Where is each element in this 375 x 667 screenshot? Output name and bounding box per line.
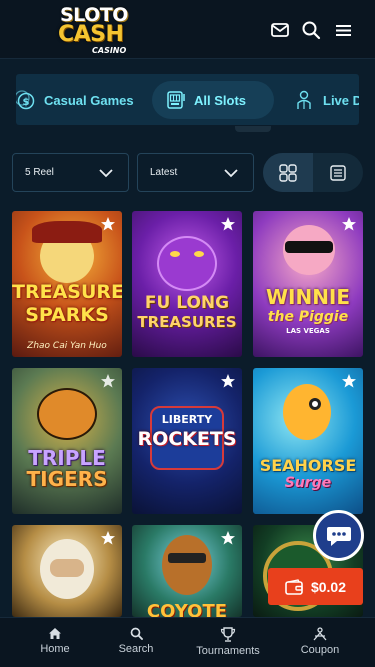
top-header: SLOTO CASH CASINO <box>0 0 375 59</box>
game-subtitle: Zhao Cai Yan Huo <box>27 341 107 351</box>
view-toggle <box>263 153 363 192</box>
star-icon[interactable] <box>220 373 236 389</box>
chevron-down-icon <box>224 169 238 178</box>
star-icon[interactable] <box>220 216 236 232</box>
dollar-coin-icon: $ <box>16 90 35 110</box>
balance-amount: $0.02 <box>310 578 347 595</box>
game-tile-liberty-rockets[interactable]: LIBERTY ROCKETS <box>132 368 242 514</box>
reel-filter-select[interactable]: 5 Reel <box>12 153 129 192</box>
nav-label: Tournaments <box>196 645 260 657</box>
logo-text-cash: CASH <box>58 22 124 47</box>
game-title: the Piggie <box>267 309 349 325</box>
game-tile-zeus[interactable] <box>12 525 122 617</box>
menu-icon[interactable] <box>334 20 354 40</box>
game-title: TRIPLE <box>28 446 106 470</box>
game-tile-seahorse-surge[interactable]: SEAHORSE Surge <box>253 368 363 514</box>
game-tile-treasure-sparks[interactable]: TREASURE SPARKS Zhao Cai Yan Huo <box>12 211 122 357</box>
trophy-icon <box>220 627 236 642</box>
nav-label: Home <box>40 643 70 655</box>
nav-label: Search <box>118 643 154 655</box>
game-subtitle: LAS VEGAS <box>286 327 330 335</box>
logo-text-casino: CASINO <box>92 46 127 55</box>
game-title: ROCKETS <box>137 428 237 450</box>
search-icon[interactable] <box>301 20 321 40</box>
home-icon <box>49 628 61 639</box>
game-tile-winnie-the-piggie[interactable]: WINNIE the Piggie LAS VEGAS <box>253 211 363 357</box>
star-icon[interactable] <box>341 216 357 232</box>
star-icon[interactable] <box>100 530 116 546</box>
sort-select[interactable]: Latest <box>137 153 254 192</box>
star-icon[interactable] <box>100 216 116 232</box>
svg-text:$: $ <box>23 97 30 108</box>
mail-icon[interactable] <box>270 20 290 40</box>
game-tile-coyote[interactable]: COYOTE <box>132 525 242 617</box>
wallet-icon <box>285 578 303 595</box>
nav-tournaments[interactable]: Tournaments <box>188 627 268 657</box>
game-title: TIGERS <box>26 467 108 491</box>
select-value: Latest <box>150 167 178 178</box>
game-title: TREASURE <box>12 281 122 303</box>
list-view-button[interactable] <box>313 153 363 192</box>
grid-view-button[interactable] <box>263 153 313 192</box>
category-label: All Slots <box>194 92 247 108</box>
category-label: Casual Games <box>44 92 134 108</box>
category-bar: $ Casual Games All Slots Live D <box>16 74 359 125</box>
slotocash-logo[interactable]: SLOTO CASH CASINO <box>58 2 134 56</box>
chat-icon <box>326 526 351 546</box>
search-icon <box>130 627 143 640</box>
star-icon[interactable] <box>220 530 236 546</box>
game-title: SEAHORSE <box>259 456 357 475</box>
category-casual-games[interactable]: $ Casual Games <box>16 81 134 119</box>
list-icon <box>330 164 346 181</box>
coupon-icon <box>313 627 327 641</box>
live-chat-button[interactable] <box>313 510 364 561</box>
game-tile-triple-tigers[interactable]: TRIPLE TIGERS <box>12 368 122 514</box>
category-all-slots[interactable]: All Slots <box>152 81 274 119</box>
nav-label: Coupon <box>300 644 340 656</box>
game-title: FU LONG <box>144 293 230 313</box>
game-title: WINNIE <box>265 285 351 309</box>
nav-search[interactable]: Search <box>96 627 176 655</box>
select-value: 5 Reel <box>25 167 54 178</box>
bottom-navigation: Home Search Tournaments Coupon <box>0 617 375 667</box>
category-live-dealer[interactable]: Live D <box>295 81 359 119</box>
game-title: SPARKS <box>25 304 109 326</box>
dealer-icon <box>297 90 311 109</box>
star-icon[interactable] <box>100 373 116 389</box>
chevron-down-icon <box>99 169 113 178</box>
balance-button[interactable]: $0.02 <box>268 568 363 605</box>
category-label: Live D <box>323 92 359 108</box>
nav-home[interactable]: Home <box>15 627 95 655</box>
game-title: Surge <box>284 475 332 491</box>
game-tile-fu-long-treasures[interactable]: FU LONG TREASURES <box>132 211 242 357</box>
star-icon[interactable] <box>341 373 357 389</box>
game-title: COYOTE <box>146 601 228 618</box>
game-title: LIBERTY <box>161 413 213 426</box>
grid-icon <box>279 163 297 182</box>
slot-machine-icon <box>167 91 185 109</box>
game-title: TREASURES <box>137 313 237 331</box>
nav-coupon[interactable]: Coupon <box>280 627 360 656</box>
scroll-indicator[interactable] <box>235 126 271 132</box>
